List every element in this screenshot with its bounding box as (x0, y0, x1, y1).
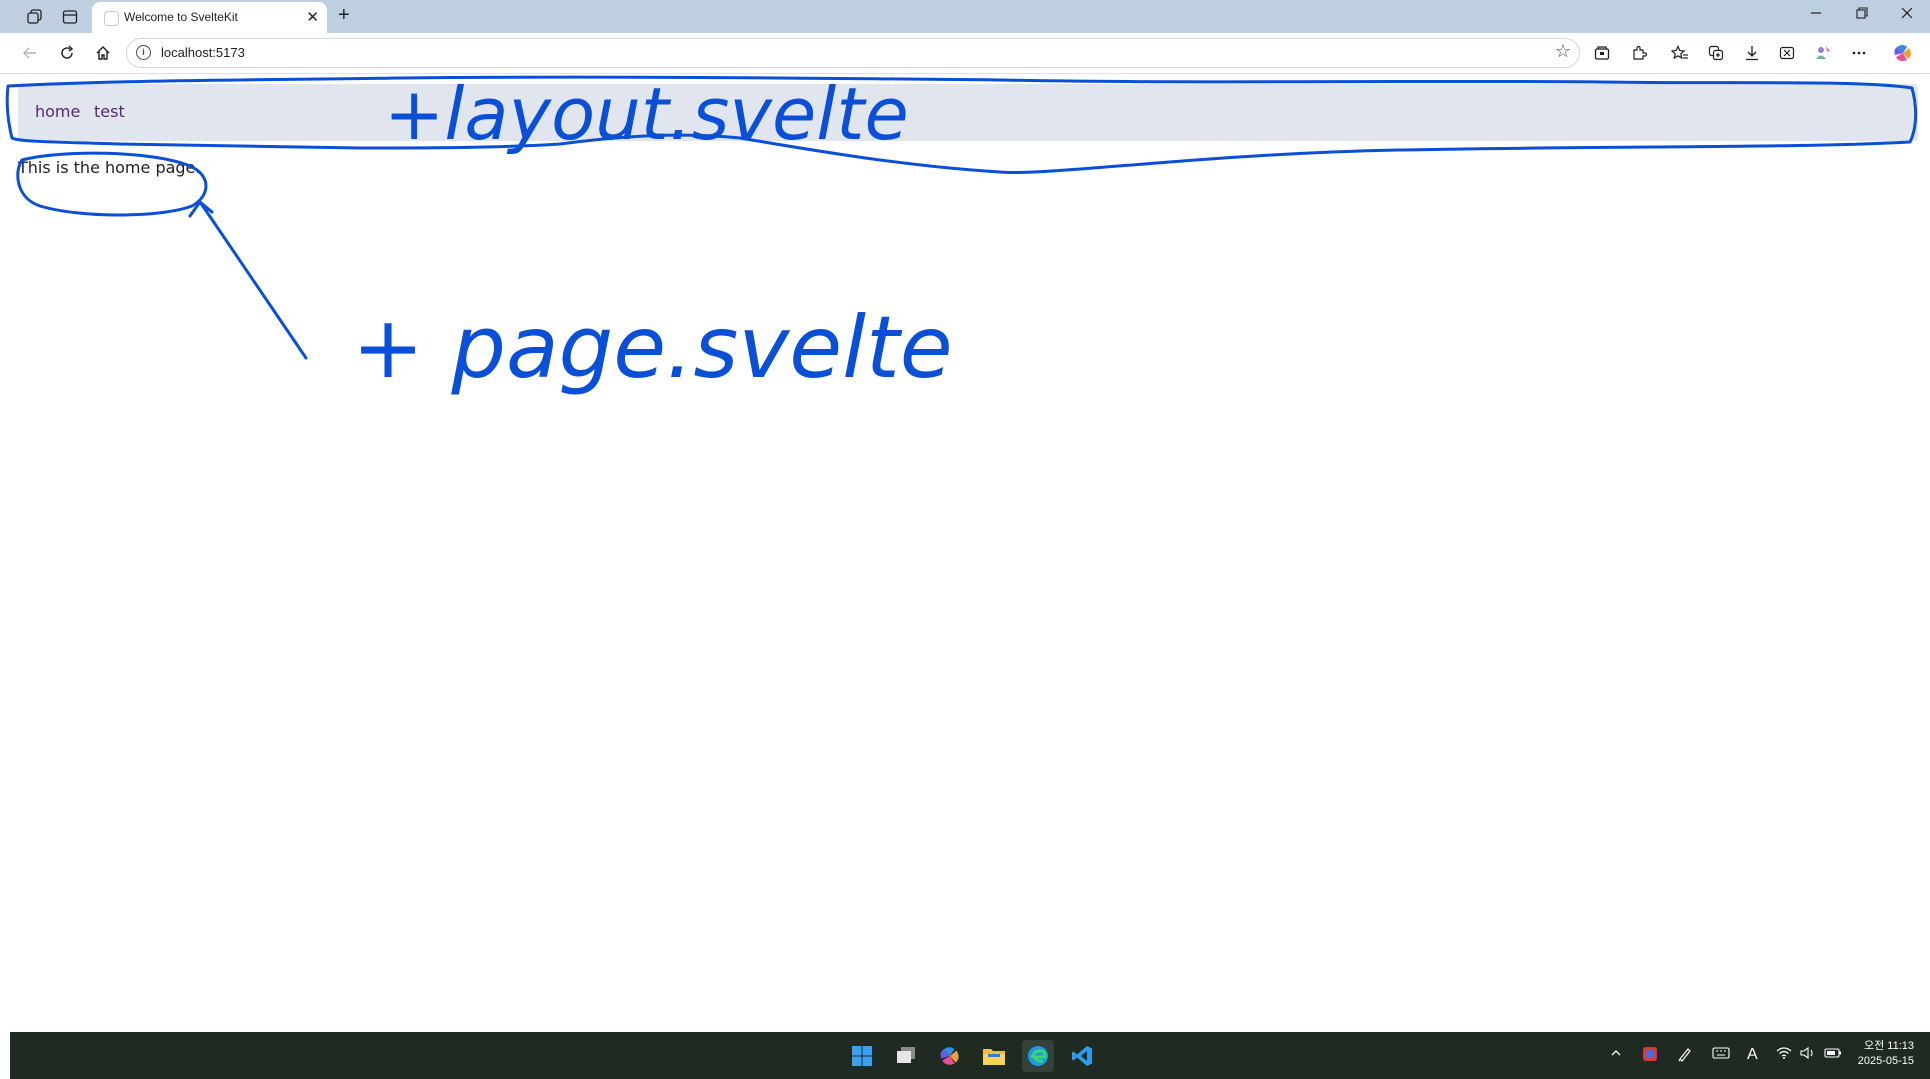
ime-indicator[interactable]: A (1747, 1046, 1758, 1064)
layout-svelte-label: +layout.svelte (384, 72, 909, 156)
pen-icon[interactable] (1677, 1046, 1693, 1065)
system-clock[interactable]: 오전 11:13 2025-05-15 (1858, 1039, 1914, 1069)
address-bar-row: i localhost:5173 ☆ (0, 33, 1930, 74)
workspaces-icon[interactable] (24, 6, 46, 28)
refresh-icon[interactable] (55, 41, 79, 65)
volume-icon[interactable] (1800, 1046, 1816, 1063)
edge-taskbar-icon[interactable] (1022, 1040, 1054, 1072)
collections-icon[interactable] (1590, 41, 1614, 65)
favorites-icon[interactable] (1668, 41, 1692, 65)
page-favicon-icon (104, 11, 119, 26)
nav-link-home[interactable]: home (35, 102, 80, 121)
collections-add-icon[interactable] (1704, 41, 1728, 65)
tab-actions-icon[interactable] (59, 6, 81, 28)
file-explorer-icon[interactable] (978, 1040, 1010, 1072)
back-icon[interactable] (18, 41, 42, 65)
browser-window: Welcome to SvelteKit ✕ + i localhost:517… (0, 0, 1930, 1079)
extensions-icon[interactable] (1627, 41, 1651, 65)
tab-strip: Welcome to SvelteKit ✕ + (0, 0, 1930, 33)
screenshot-icon[interactable] (1775, 41, 1799, 65)
tray-overflow-icon[interactable] (1610, 1046, 1622, 1062)
page-body-text: This is the home page. (18, 158, 201, 177)
start-icon[interactable] (846, 1040, 878, 1072)
copilot-icon[interactable] (1891, 41, 1915, 65)
keyboard-icon[interactable] (1712, 1046, 1730, 1063)
restore-icon[interactable] (1850, 6, 1874, 23)
battery-icon[interactable] (1824, 1046, 1842, 1063)
minimize-icon[interactable] (1804, 6, 1828, 23)
tab-close-icon[interactable]: ✕ (306, 8, 319, 26)
clock-date: 2025-05-15 (1857, 1055, 1914, 1067)
downloads-icon[interactable] (1740, 41, 1764, 65)
page-svelte-label: + page.svelte (352, 298, 953, 398)
task-view-icon[interactable] (890, 1040, 922, 1072)
copilot-taskbar-icon[interactable] (934, 1040, 966, 1072)
wifi-icon[interactable] (1776, 1046, 1792, 1063)
profile-avatar-icon[interactable] (1811, 41, 1835, 65)
url-text[interactable]: localhost:5173 (161, 45, 245, 60)
tray-app-icon[interactable] (1642, 1046, 1658, 1065)
favorite-star-icon[interactable]: ☆ (1555, 41, 1571, 62)
clock-time: 오전 11:13 (1863, 1040, 1914, 1052)
close-window-icon[interactable] (1895, 6, 1919, 23)
more-menu-icon[interactable] (1847, 41, 1871, 65)
tab-active[interactable]: Welcome to SvelteKit ✕ (92, 2, 327, 33)
new-tab-button[interactable]: + (338, 4, 350, 27)
taskbar: A 오전 11:13 2025-05-15 (10, 1032, 1930, 1079)
page-viewport: home test This is the home page. (0, 74, 1930, 1032)
tab-title: Welcome to SvelteKit (124, 10, 238, 24)
vscode-taskbar-icon[interactable] (1066, 1040, 1098, 1072)
site-navigation: home test (18, 84, 1918, 141)
nav-link-test[interactable]: test (94, 102, 125, 121)
address-bar[interactable]: i localhost:5173 ☆ (126, 38, 1580, 68)
home-icon[interactable] (91, 41, 115, 65)
site-info-icon[interactable]: i (136, 45, 151, 60)
